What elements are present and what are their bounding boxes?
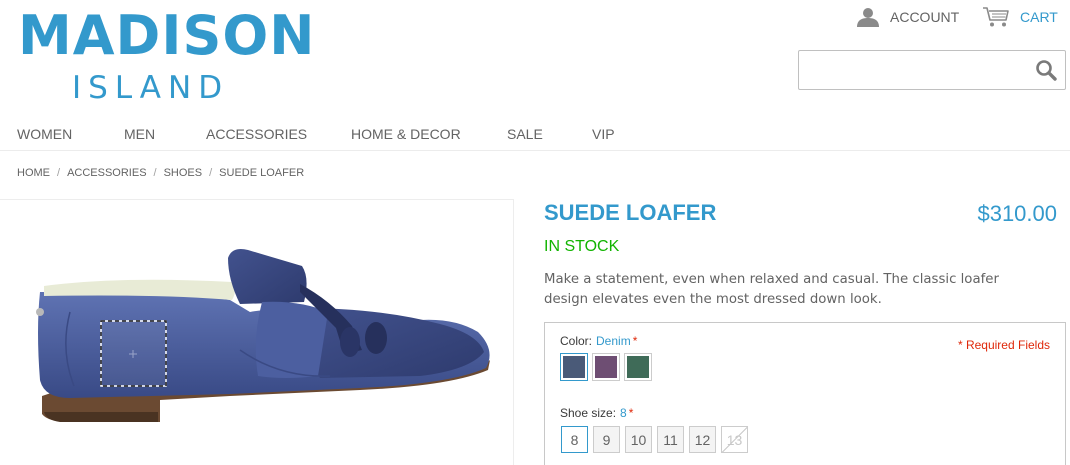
product-description: Make a statement, even when relaxed and … [544,272,999,307]
size-selected-value: 8 [620,406,627,420]
product-image[interactable] [0,200,514,465]
color-swatch-denim[interactable] [560,353,588,381]
nav-item-accessories[interactable]: ACCESSORIES [206,126,307,142]
search-button[interactable] [1035,59,1057,81]
breadcrumb-accessories[interactable]: ACCESSORIES [67,167,146,179]
nav-item-home-decor[interactable]: HOME & DECOR [351,126,461,142]
size-option-12[interactable]: 12 [689,426,716,453]
logo-sub-text: ISLAND [72,70,230,106]
color-selected-value: Denim [596,334,631,348]
search-input[interactable] [799,51,1025,89]
product-image-area [0,199,514,465]
breadcrumb-shoes[interactable]: SHOES [164,167,203,179]
size-option-label: Shoe size: 8 * [560,406,633,420]
nav-item-sale[interactable]: SALE [507,126,543,142]
nav-item-women[interactable]: WOMEN [17,126,72,142]
required-star: * [628,406,634,420]
size-option-8[interactable]: 8 [561,426,588,453]
product-price: $310.00 [977,201,1057,226]
account-label: ACCOUNT [890,9,960,25]
product-name: SUEDE LOAFER [544,200,717,225]
breadcrumb-home[interactable]: HOME [17,167,50,179]
cart-label: CART [1020,9,1058,25]
swatch-fill [627,356,649,378]
color-label: Color: [560,334,593,348]
breadcrumb-separator: / [209,167,213,179]
search-box [798,50,1066,90]
logo-main-text: MADISON [18,4,316,67]
cart-icon [983,7,1009,27]
size-option-13: 13 [721,426,748,453]
nav-item-vip[interactable]: VIP [592,126,615,142]
user-icon [857,8,879,27]
cart-link[interactable]: CART [982,6,1058,28]
nav-item-men[interactable]: MEN [124,126,155,142]
size-option-9[interactable]: 9 [593,426,620,453]
required-star: * [632,334,638,348]
search-icon [1036,60,1057,81]
breadcrumb-separator: / [57,167,61,179]
size-label: Shoe size: [560,406,617,420]
size-option-11[interactable]: 11 [657,426,684,453]
color-swatch-green[interactable] [624,353,652,381]
swatch-fill [563,356,585,378]
main-nav: WOMEN MEN ACCESSORIES HOME & DECOR SALE … [0,122,1070,151]
stock-status: IN STOCK [544,238,620,255]
size-option-10[interactable]: 10 [625,426,652,453]
color-option-label: Color: Denim * [560,334,637,348]
account-link[interactable]: ACCOUNT [856,6,959,28]
site-logo[interactable]: MADISON ISLAND [18,6,314,107]
breadcrumb-separator: / [153,167,157,179]
color-swatch-purple[interactable] [592,353,620,381]
required-fields-note: * Required Fields [957,338,1050,352]
product-options: Color: Denim * * Required Fields Shoe size… [544,322,1066,465]
swatch-fill [595,356,617,378]
breadcrumb: HOME / ACCESSORIES / SHOES / SUEDE LOAFE… [17,167,304,179]
breadcrumb-current: SUEDE LOAFER [219,167,305,179]
